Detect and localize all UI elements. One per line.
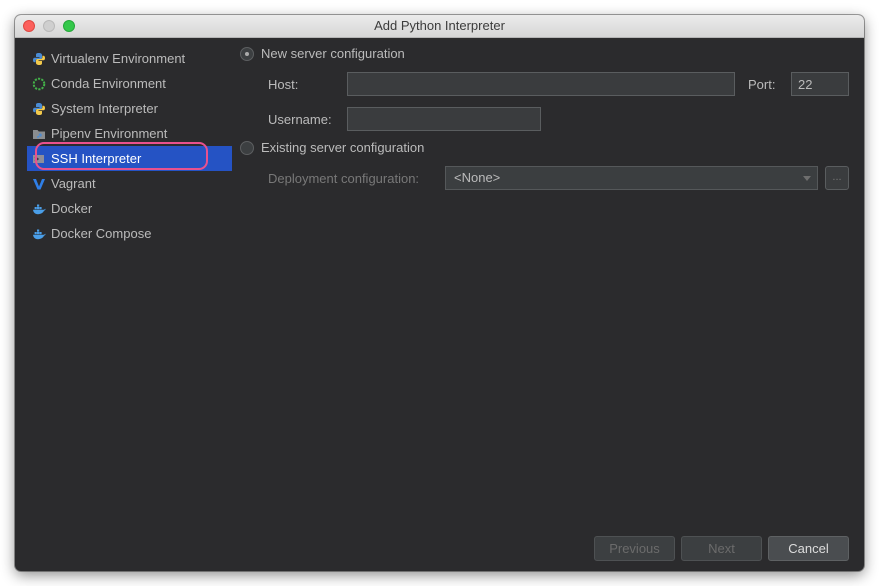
pipenv-icon [33,130,45,139]
sidebar-item-system-interpreter[interactable]: System Interpreter [27,96,232,121]
new-server-radio[interactable] [240,47,254,61]
sidebar-item-virtualenv[interactable]: Virtualenv Environment [27,46,232,71]
chevron-down-icon [803,176,811,181]
existing-server-radio[interactable] [240,141,254,155]
docker-compose-icon [33,229,46,240]
docker-icon [33,204,46,215]
port-label: Port: [748,77,776,92]
sidebar-item-label: Conda Environment [51,76,166,91]
sidebar-item-label: Pipenv Environment [51,126,168,141]
sidebar-item-label: Docker Compose [51,226,152,241]
sidebar-item-label: Docker [51,201,93,216]
next-button-label: Next [708,541,735,556]
host-label: Host: [268,77,299,92]
port-input[interactable] [791,72,849,96]
sidebar-item-conda[interactable]: Conda Environment [27,71,232,96]
host-input[interactable] [347,72,735,96]
sidebar-item-pipenv[interactable]: Pipenv Environment [27,121,232,146]
next-button[interactable]: Next [681,536,762,561]
sidebar-item-label: System Interpreter [51,101,158,116]
sidebar-item-label: Virtualenv Environment [51,51,186,66]
python-icon [33,103,45,115]
window-title: Add Python Interpreter [374,18,505,33]
username-input[interactable] [347,107,541,131]
sidebar-item-vagrant[interactable]: Vagrant [27,171,232,196]
ssh-icon [33,155,44,163]
existing-server-label: Existing server configuration [261,140,425,155]
username-label: Username: [268,112,332,127]
title-bar: Add Python Interpreter [15,15,864,38]
deployment-configuration-select[interactable]: <None> [445,166,818,190]
interpreter-type-list: Virtualenv Environment Conda Environment… [27,46,232,246]
new-server-label: New server configuration [261,46,405,61]
cancel-button-label: Cancel [788,541,829,556]
sidebar-item-ssh-interpreter[interactable]: SSH Interpreter [27,146,232,171]
add-python-interpreter-dialog: Add Python Interpreter Virtualenv Enviro… [15,15,864,571]
sidebar-item-docker[interactable]: Docker [27,196,232,221]
vagrant-icon [33,179,45,190]
previous-button[interactable]: Previous [594,536,675,561]
python-icon [33,53,45,65]
cancel-button[interactable]: Cancel [768,536,849,561]
previous-button-label: Previous [609,541,660,556]
deployment-configuration-value: <None> [454,170,501,185]
browse-deployment-button[interactable]: ... [825,166,849,190]
browse-button-label: ... [832,171,842,183]
sidebar-item-label: SSH Interpreter [51,151,142,166]
sidebar-item-docker-compose[interactable]: Docker Compose [27,221,232,246]
conda-icon [32,77,46,91]
deployment-configuration-label: Deployment configuration: [268,171,420,186]
sidebar-item-label: Vagrant [51,176,96,191]
